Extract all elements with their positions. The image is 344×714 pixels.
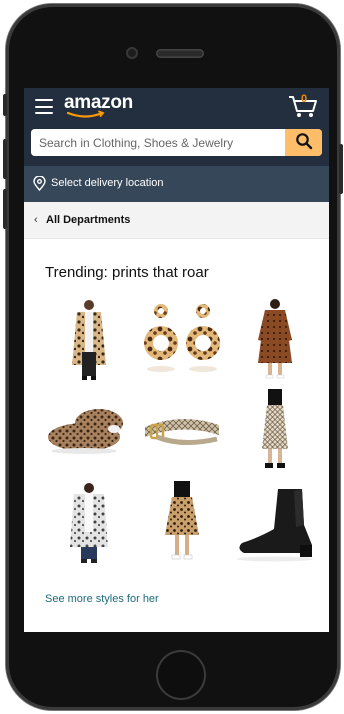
snakeskin-skirt-icon <box>230 387 320 476</box>
hamburger-menu-icon[interactable] <box>35 99 53 114</box>
leopard-dress-icon <box>230 295 320 384</box>
black-ankle-boot-icon <box>230 479 320 568</box>
product-tile[interactable] <box>137 387 227 476</box>
volume-down-button <box>3 189 7 229</box>
all-departments-label: All Departments <box>46 214 131 226</box>
search-bar <box>31 129 322 156</box>
leopard-skirt-icon <box>137 479 227 568</box>
snakeskin-belt-icon <box>137 387 227 476</box>
search-icon <box>295 133 312 150</box>
earpiece-speaker <box>156 49 204 58</box>
product-tile[interactable] <box>230 295 320 384</box>
mute-switch <box>3 94 7 116</box>
chevron-left-icon: ‹ <box>34 214 38 226</box>
search-input[interactable] <box>31 129 285 156</box>
delivery-location-label: Select delivery location <box>51 177 164 189</box>
product-tile[interactable] <box>44 479 134 568</box>
leopard-cardigan-icon <box>44 295 134 384</box>
amazon-smile-icon <box>66 110 105 118</box>
delivery-location-bar[interactable]: Select delivery location <box>24 166 329 202</box>
all-departments-link[interactable]: ‹ All Departments <box>24 202 329 239</box>
see-more-styles-link[interactable]: See more styles for her <box>45 593 159 605</box>
cart-count-badge: 0 <box>301 93 308 105</box>
power-button <box>339 144 343 194</box>
search-button[interactable] <box>285 129 322 156</box>
location-pin-icon <box>33 176 46 191</box>
leopard-slippers-icon <box>44 387 134 476</box>
product-tile[interactable] <box>137 479 227 568</box>
trending-section-title: Trending: prints that roar <box>45 264 209 281</box>
product-tile[interactable] <box>230 387 320 476</box>
product-tile[interactable] <box>137 295 227 384</box>
top-navigation-bar: amazon 0 <box>24 88 329 166</box>
volume-up-button <box>3 139 7 179</box>
gray-leopard-cardigan-icon <box>44 479 134 568</box>
app-screen: amazon 0 Select delivery location <box>24 88 329 632</box>
tortoise-earrings-icon <box>137 295 227 384</box>
product-tile[interactable] <box>44 387 134 476</box>
product-tile[interactable] <box>230 479 320 568</box>
front-camera <box>126 47 138 59</box>
home-button <box>156 650 206 700</box>
product-tile[interactable] <box>44 295 134 384</box>
